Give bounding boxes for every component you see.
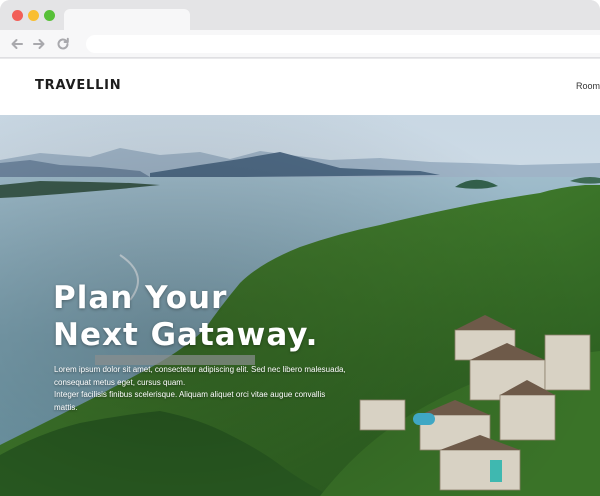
hero-title-line-1: Plan Your — [53, 280, 228, 316]
website: TRAVELLIN Room Plan Your Next Gataway. L… — [0, 59, 600, 496]
hero-paragraph-line-2: Integer facilisis finibus scelerisque. A… — [54, 390, 326, 412]
hero-paragraph: Lorem ipsum dolor sit amet, consectetur … — [54, 364, 346, 414]
forward-arrow-icon[interactable] — [30, 35, 48, 53]
address-bar[interactable] — [86, 35, 600, 53]
site-logo[interactable]: TRAVELLIN — [35, 78, 121, 93]
hero-title-line-2: Next Gataway. — [53, 317, 319, 353]
browser-tab[interactable] — [64, 9, 190, 31]
browser-window: TRAVELLIN Room Plan Your Next Gataway. L… — [0, 0, 600, 496]
reload-icon[interactable] — [54, 35, 72, 53]
site-header: TRAVELLIN Room — [0, 59, 600, 115]
hero-title: Plan Your Next Gataway. — [53, 280, 383, 354]
browser-toolbar — [0, 30, 600, 58]
hero-section: Plan Your Next Gataway. Lorem ipsum dolo… — [0, 115, 600, 496]
hero-paragraph-line-1: Lorem ipsum dolor sit amet, consectetur … — [54, 365, 346, 387]
minimize-window-button[interactable] — [28, 10, 39, 21]
back-arrow-icon[interactable] — [8, 35, 26, 53]
nav-link-rooms[interactable]: Room — [576, 81, 600, 91]
close-window-button[interactable] — [12, 10, 23, 21]
maximize-window-button[interactable] — [44, 10, 55, 21]
browser-titlebar — [0, 0, 600, 31]
